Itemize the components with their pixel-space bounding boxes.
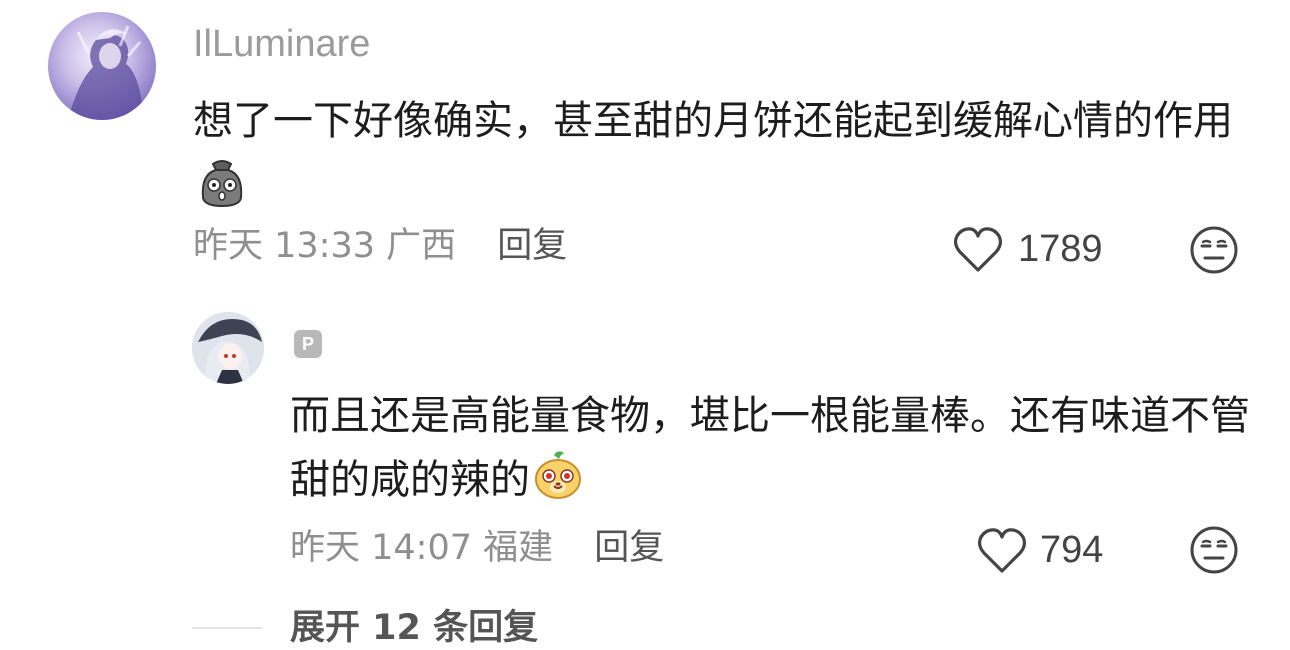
heart-icon[interactable]	[952, 226, 1004, 274]
reply-comment-text: 而且还是高能量食物，堪比一根能量棒。还有味道不管甜的咸的辣的	[290, 384, 1250, 512]
reply-time: 昨天 14:07	[290, 528, 472, 568]
comment-text: 想了一下好像确实，甚至甜的月饼还能起到缓解心情的作用	[193, 88, 1243, 220]
reply-avatar[interactable]	[192, 312, 264, 384]
reply-meta: 昨天 14:07 福建 回复	[290, 526, 664, 570]
comment-meta: 昨天 13:33 广西 回复	[193, 224, 567, 268]
reply-comment-body: 而且还是高能量食物，堪比一根能量棒。还有味道不管甜的咸的辣的	[290, 393, 1250, 503]
reply-button[interactable]: 回复	[497, 226, 567, 266]
comment-location: 广西	[386, 226, 457, 266]
reply-location: 福建	[483, 528, 554, 568]
user-badge: P	[294, 330, 322, 358]
like-count: 1789	[1018, 228, 1103, 270]
avatar[interactable]	[48, 12, 156, 120]
username[interactable]: IlLuminare	[193, 22, 370, 66]
dog-face-emoji	[532, 449, 584, 501]
reply-like-count: 794	[1040, 529, 1104, 571]
comment-time: 昨天 13:33	[193, 226, 375, 266]
heart-icon[interactable]	[976, 527, 1028, 575]
unamused-face-icon[interactable]	[1188, 524, 1240, 576]
unamused-face-icon[interactable]	[1188, 224, 1240, 276]
expand-divider	[192, 627, 262, 629]
reply-reply-button[interactable]: 回复	[594, 528, 664, 568]
pouch-shocked-emoji	[195, 154, 249, 208]
comment-body: 想了一下好像确实，甚至甜的月饼还能起到缓解心情的作用	[193, 98, 1233, 144]
expand-replies-button[interactable]: 展开 12 条回复	[290, 606, 538, 650]
